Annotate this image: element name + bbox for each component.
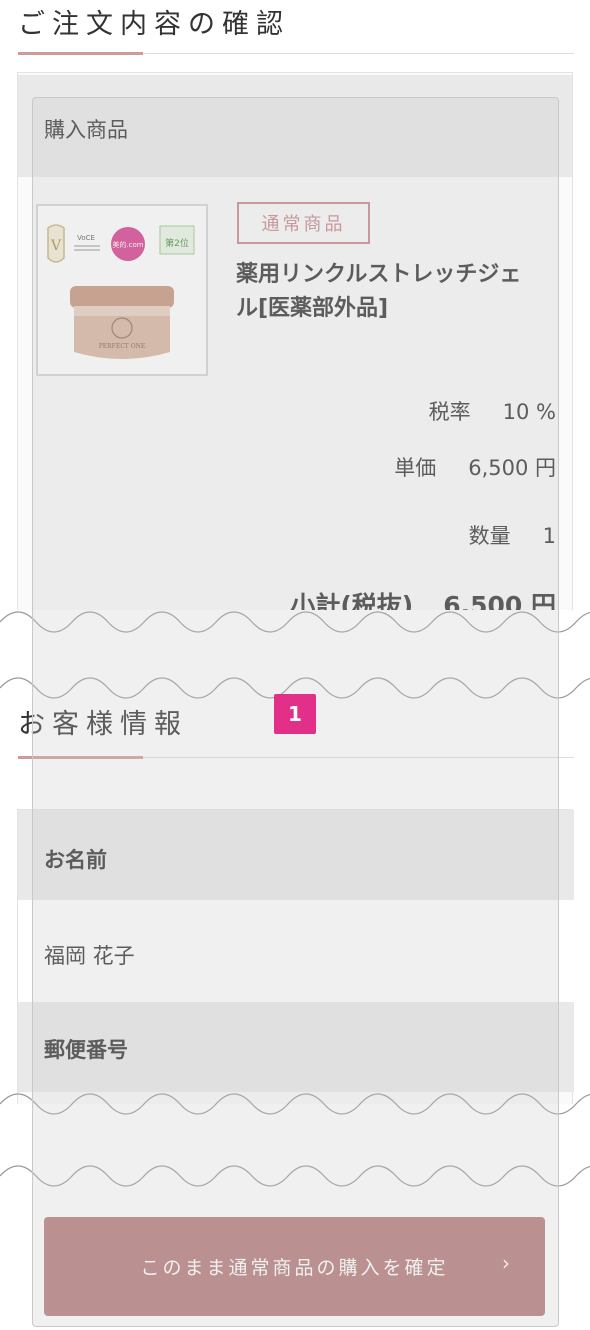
annotation-marker: 1 — [274, 694, 316, 734]
title-accent-line — [18, 52, 143, 55]
order-section-title: ご注文内容の確認 — [18, 9, 290, 40]
